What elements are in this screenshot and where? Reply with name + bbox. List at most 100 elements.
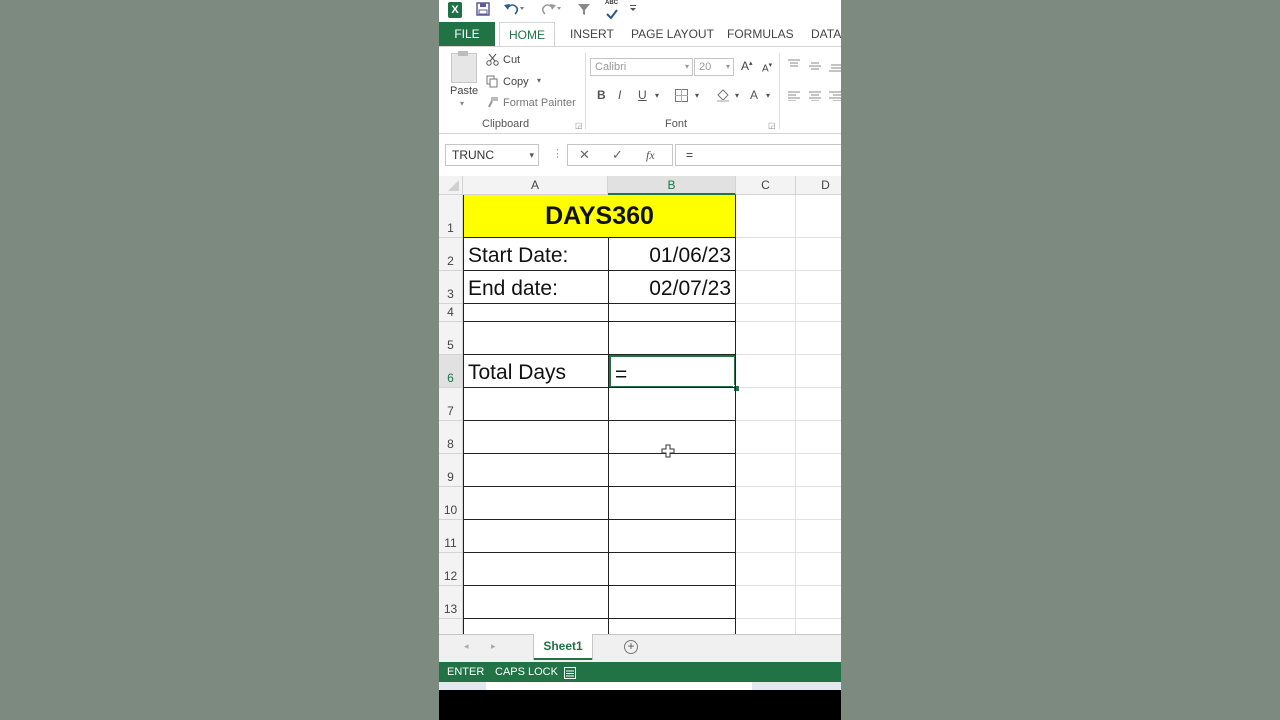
sheet-tab-bar: ◂ ▸ Sheet1 + xyxy=(439,634,841,662)
font-size-field[interactable]: 20 ▾ xyxy=(694,58,734,76)
paste-dropdown-icon[interactable]: ▾ xyxy=(460,99,464,108)
row-header[interactable]: 5 xyxy=(439,322,463,355)
formula-input[interactable]: = xyxy=(675,144,841,166)
select-all-corner[interactable] xyxy=(439,176,463,195)
fill-color-icon[interactable] xyxy=(716,88,730,105)
bold-button[interactable]: B xyxy=(597,88,606,102)
row-header[interactable]: 12 xyxy=(439,553,463,586)
column-header-c[interactable]: C xyxy=(736,176,796,195)
fill-dropdown-icon[interactable]: ▾ xyxy=(735,91,739,100)
total-days-label-cell[interactable]: Total Days xyxy=(468,355,608,387)
cell-cursor-icon xyxy=(661,444,675,463)
align-top-icon[interactable] xyxy=(788,59,800,72)
tab-formulas[interactable]: FORMULAS xyxy=(727,22,794,46)
copy-button[interactable]: Copy xyxy=(503,76,529,88)
format-painter-button[interactable]: Format Painter xyxy=(503,97,576,109)
format-painter-icon[interactable] xyxy=(486,96,499,112)
italic-button[interactable]: I xyxy=(618,88,621,102)
column-header-d[interactable]: D xyxy=(796,176,841,195)
save-icon[interactable] xyxy=(476,2,490,20)
table-border xyxy=(463,321,736,322)
table-border xyxy=(463,519,736,520)
shrink-font-button[interactable]: A▾ xyxy=(762,61,772,74)
row-header[interactable]: 9 xyxy=(439,454,463,487)
table-border xyxy=(463,354,736,355)
tab-home[interactable]: HOME xyxy=(499,22,555,46)
undo-icon[interactable] xyxy=(503,2,525,20)
cut-icon[interactable] xyxy=(486,53,499,69)
title-cell[interactable]: DAYS360 xyxy=(463,195,736,237)
ribbon-home: Paste ▾ Cut Copy ▾ Format Painter Clipbo… xyxy=(439,46,841,134)
row-header[interactable]: 1 xyxy=(439,195,463,238)
align-right-icon[interactable] xyxy=(829,91,841,104)
status-mode: ENTER xyxy=(447,666,485,678)
end-date-value-cell[interactable]: 02/07/23 xyxy=(609,271,731,303)
row-header[interactable]: 10 xyxy=(439,487,463,520)
borders-icon[interactable] xyxy=(675,89,688,105)
cancel-icon[interactable]: ✕ xyxy=(579,147,590,163)
table-border xyxy=(463,270,736,271)
insert-function-icon[interactable]: fx xyxy=(646,148,655,163)
column-header-a[interactable]: A xyxy=(463,176,608,195)
cut-button[interactable]: Cut xyxy=(503,54,520,66)
row-header[interactable]: 8 xyxy=(439,421,463,454)
formula-bar-grip-icon: ⋮ xyxy=(552,148,563,160)
underline-dropdown-icon[interactable]: ▾ xyxy=(655,91,659,100)
row-header[interactable]: 6 xyxy=(439,355,463,388)
active-cell-b6[interactable]: = xyxy=(609,355,736,388)
tab-data[interactable]: DATA xyxy=(811,22,841,46)
align-left-icon[interactable] xyxy=(788,91,800,104)
end-date-label-cell[interactable]: End date: xyxy=(468,271,608,303)
table-border xyxy=(463,303,736,304)
borders-dropdown-icon[interactable]: ▾ xyxy=(695,91,699,100)
tab-page-layout[interactable]: PAGE LAYOUT xyxy=(631,22,714,46)
font-launcher-icon[interactable]: ◲ xyxy=(768,121,776,130)
tab-file[interactable]: FILE xyxy=(439,22,495,46)
row-header[interactable]: 4 xyxy=(439,304,463,322)
ribbon-tabs: FILE HOME INSERT PAGE LAYOUT FORMULAS DA… xyxy=(439,22,841,46)
paste-icon[interactable] xyxy=(451,51,477,83)
row-header[interactable]: 2 xyxy=(439,238,463,271)
start-date-value-cell[interactable]: 01/06/23 xyxy=(609,238,731,270)
customize-qat-icon[interactable] xyxy=(629,2,637,20)
copy-icon[interactable] xyxy=(486,75,499,91)
row-header[interactable]: 3 xyxy=(439,271,463,304)
redo-icon[interactable] xyxy=(539,2,561,20)
column-header-b[interactable]: B xyxy=(608,176,736,195)
font-name-value: Calibri xyxy=(595,61,627,73)
table-border xyxy=(463,420,736,421)
row-header[interactable]: 13 xyxy=(439,586,463,619)
align-middle-icon[interactable] xyxy=(809,61,821,74)
sheet-tab-sheet1[interactable]: Sheet1 xyxy=(534,634,592,660)
grow-font-button[interactable]: A▴ xyxy=(741,59,753,73)
copy-dropdown-icon[interactable]: ▾ xyxy=(537,76,541,85)
scroll-left-icon[interactable]: ◂ xyxy=(464,641,469,652)
row-header[interactable]: 14 xyxy=(439,619,463,634)
align-bottom-icon[interactable] xyxy=(829,63,841,76)
font-name-field[interactable]: Calibri ▾ xyxy=(590,58,693,76)
paste-button[interactable]: Paste xyxy=(450,85,478,97)
underline-button[interactable]: U xyxy=(638,88,647,102)
enter-icon[interactable]: ✓ xyxy=(612,147,623,163)
font-color-button[interactable]: A xyxy=(750,88,758,102)
add-sheet-icon[interactable]: + xyxy=(624,640,638,654)
formula-bar: TRUNC ▾ ⋮ ✕ ✓ fx = xyxy=(439,134,841,176)
group-divider xyxy=(779,53,780,129)
row-header[interactable]: 11 xyxy=(439,520,463,553)
start-date-label-cell[interactable]: Start Date: xyxy=(468,238,608,270)
align-center-icon[interactable] xyxy=(809,91,821,104)
filter-icon[interactable] xyxy=(577,2,591,20)
name-box[interactable]: TRUNC ▾ xyxy=(445,144,539,166)
font-color-dropdown-icon[interactable]: ▾ xyxy=(766,91,770,100)
font-size-value: 20 xyxy=(699,61,712,73)
gridline xyxy=(795,195,796,634)
tab-insert[interactable]: INSERT xyxy=(570,22,614,46)
table-border xyxy=(463,486,736,487)
chevron-down-icon: ▾ xyxy=(725,62,730,71)
scroll-right-icon[interactable]: ▸ xyxy=(491,641,496,652)
spelling-icon[interactable]: ABC xyxy=(605,0,619,20)
row-header[interactable]: 7 xyxy=(439,388,463,421)
table-border xyxy=(463,195,464,634)
status-bar: ENTER CAPS LOCK xyxy=(439,662,841,682)
clipboard-launcher-icon[interactable]: ◲ xyxy=(575,121,583,130)
